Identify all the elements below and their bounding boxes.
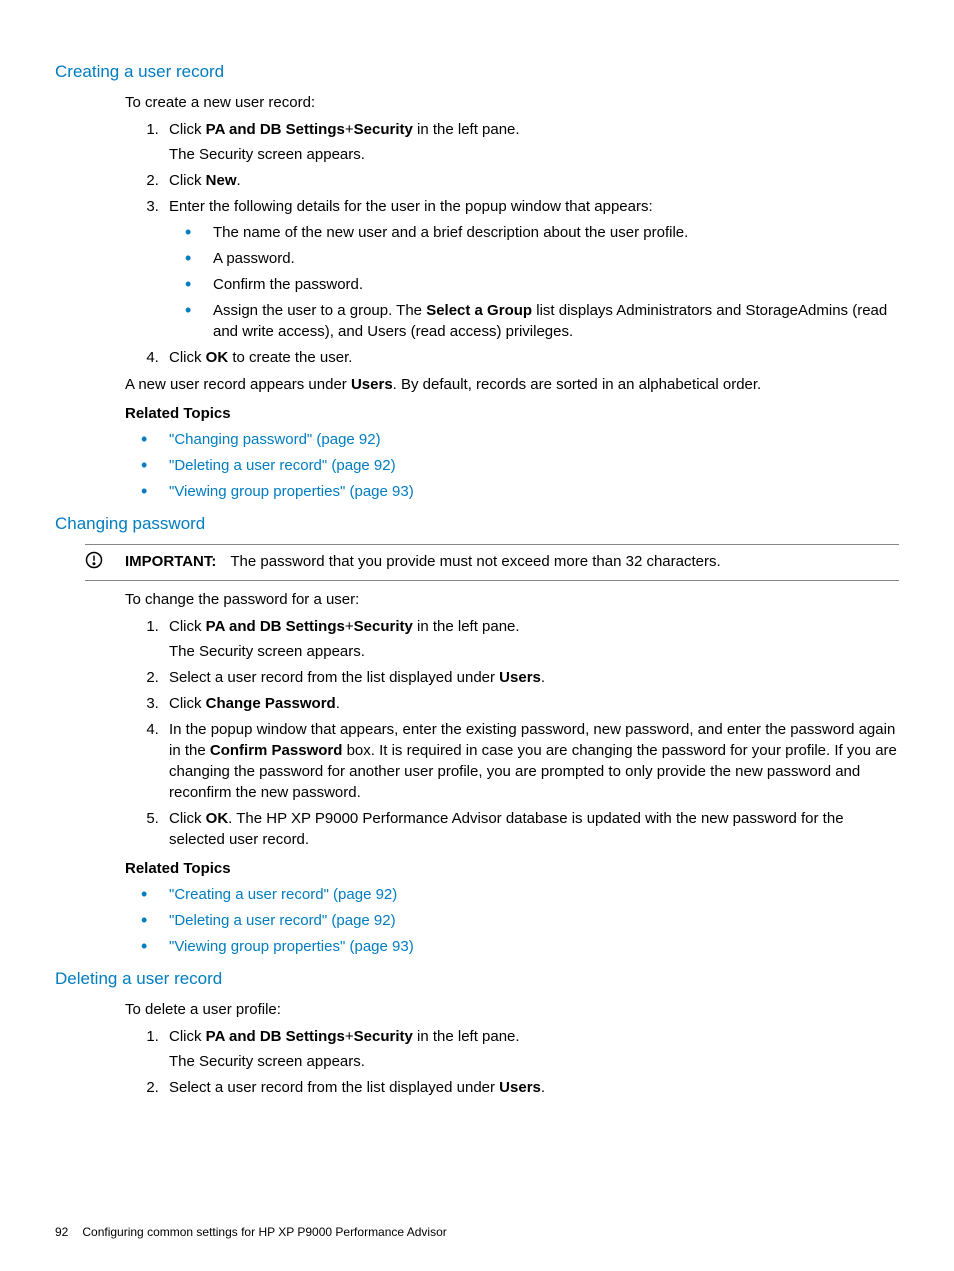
chapter-title: Configuring common settings for HP XP P9…	[82, 1225, 446, 1239]
link-deleting-user-record[interactable]: "Deleting a user record" (page 92)	[169, 912, 396, 929]
related-links-list: "Creating a user record" (page 92) "Dele…	[125, 884, 899, 957]
link-changing-password[interactable]: "Changing password" (page 92)	[169, 431, 381, 448]
related-topics-heading: Related Topics	[125, 403, 899, 424]
text: +	[345, 618, 354, 635]
text: Assign the user to a group. The	[213, 302, 426, 319]
page-number: 92	[55, 1225, 68, 1239]
intro-text: To delete a user profile:	[125, 999, 899, 1020]
text: .	[541, 669, 545, 686]
bold-text: Users	[499, 669, 541, 686]
result-text: A new user record appears under Users. B…	[125, 374, 899, 395]
related-link-item: "Changing password" (page 92)	[163, 429, 899, 450]
step-item: Click PA and DB Settings+Security in the…	[163, 616, 899, 662]
important-icon	[85, 551, 125, 575]
bold-text: Users	[499, 1079, 541, 1096]
bold-text: OK	[206, 810, 229, 827]
section-1-content: To create a new user record: Click PA an…	[125, 92, 899, 502]
bold-text: PA and DB Settings	[206, 1028, 345, 1045]
intro-text: To change the password for a user:	[125, 589, 899, 610]
bold-text: Confirm Password	[210, 742, 343, 759]
text: .	[336, 695, 340, 712]
bold-text: New	[206, 172, 237, 189]
link-creating-user-record[interactable]: "Creating a user record" (page 92)	[169, 886, 397, 903]
text: .	[541, 1079, 545, 1096]
text: Click	[169, 172, 206, 189]
intro-text: To create a new user record:	[125, 92, 899, 113]
text: Click	[169, 121, 206, 138]
text: A new user record appears under	[125, 376, 351, 393]
step-item: Click PA and DB Settings+Security in the…	[163, 1026, 899, 1072]
bullet-item: Assign the user to a group. The Select a…	[207, 300, 899, 342]
text: Select a user record from the list displ…	[169, 669, 499, 686]
bullet-item: Confirm the password.	[207, 274, 899, 295]
bold-text: Security	[354, 121, 413, 138]
step-list: Click PA and DB Settings+Security in the…	[125, 1026, 899, 1098]
step-list: Click PA and DB Settings+Security in the…	[125, 119, 899, 368]
bold-text: Select a Group	[426, 302, 532, 319]
heading-changing-password: Changing password	[55, 512, 899, 536]
link-viewing-group-properties[interactable]: "Viewing group properties" (page 93)	[169, 938, 414, 955]
text: . The HP XP P9000 Performance Advisor da…	[169, 810, 844, 848]
text: Click	[169, 695, 206, 712]
text: in the left pane.	[413, 618, 520, 635]
step-note: The Security screen appears.	[169, 641, 899, 662]
text: The password that you provide must not e…	[230, 553, 720, 570]
step-item: Click Change Password.	[163, 693, 899, 714]
bullet-item: A password.	[207, 248, 899, 269]
step-item: Enter the following details for the user…	[163, 196, 899, 342]
bold-text: OK	[206, 349, 229, 366]
text: Select a user record from the list displ…	[169, 1079, 499, 1096]
step-item: Click OK to create the user.	[163, 347, 899, 368]
related-link-item: "Viewing group properties" (page 93)	[163, 936, 899, 957]
link-deleting-user-record[interactable]: "Deleting a user record" (page 92)	[169, 457, 396, 474]
step-item: Select a user record from the list displ…	[163, 1077, 899, 1098]
step-item: Click OK. The HP XP P9000 Performance Ad…	[163, 808, 899, 850]
important-note: IMPORTANT: The password that you provide …	[85, 544, 899, 582]
step-item: Select a user record from the list displ…	[163, 667, 899, 688]
heading-creating-user-record: Creating a user record	[55, 60, 899, 84]
page-footer: 92 Configuring common settings for HP XP …	[55, 1224, 447, 1241]
text: +	[345, 121, 354, 138]
text: Click	[169, 1028, 206, 1045]
bold-text: Security	[354, 618, 413, 635]
related-link-item: "Creating a user record" (page 92)	[163, 884, 899, 905]
text: +	[345, 1028, 354, 1045]
text: in the left pane.	[413, 121, 520, 138]
related-topics-heading: Related Topics	[125, 858, 899, 879]
step-note: The Security screen appears.	[169, 144, 899, 165]
bold-text: PA and DB Settings	[206, 121, 345, 138]
related-link-item: "Viewing group properties" (page 93)	[163, 481, 899, 502]
important-label: IMPORTANT:	[125, 553, 216, 570]
text: Click	[169, 618, 206, 635]
bullet-item: The name of the new user and a brief des…	[207, 222, 899, 243]
text: in the left pane.	[413, 1028, 520, 1045]
bold-text: Change Password	[206, 695, 336, 712]
text: Click	[169, 810, 206, 827]
step-list: Click PA and DB Settings+Security in the…	[125, 616, 899, 850]
related-link-item: "Deleting a user record" (page 92)	[163, 910, 899, 931]
text: to create the user.	[228, 349, 352, 366]
step-item: Click PA and DB Settings+Security in the…	[163, 119, 899, 165]
heading-deleting-user-record: Deleting a user record	[55, 967, 899, 991]
text: . By default, records are sorted in an a…	[393, 376, 762, 393]
text: Click	[169, 349, 206, 366]
section-3-content: To delete a user profile: Click PA and D…	[125, 999, 899, 1098]
sub-bullet-list: The name of the new user and a brief des…	[169, 222, 899, 342]
related-link-item: "Deleting a user record" (page 92)	[163, 455, 899, 476]
text: .	[237, 172, 241, 189]
step-note: The Security screen appears.	[169, 1051, 899, 1072]
related-links-list: "Changing password" (page 92) "Deleting …	[125, 429, 899, 502]
bold-text: Users	[351, 376, 393, 393]
important-text: IMPORTANT: The password that you provide …	[125, 551, 899, 572]
text: Enter the following details for the user…	[169, 198, 653, 215]
step-item: In the popup window that appears, enter …	[163, 719, 899, 803]
bold-text: Security	[354, 1028, 413, 1045]
bold-text: PA and DB Settings	[206, 618, 345, 635]
section-2-content: To change the password for a user: Click…	[125, 589, 899, 957]
step-item: Click New.	[163, 170, 899, 191]
link-viewing-group-properties[interactable]: "Viewing group properties" (page 93)	[169, 483, 414, 500]
